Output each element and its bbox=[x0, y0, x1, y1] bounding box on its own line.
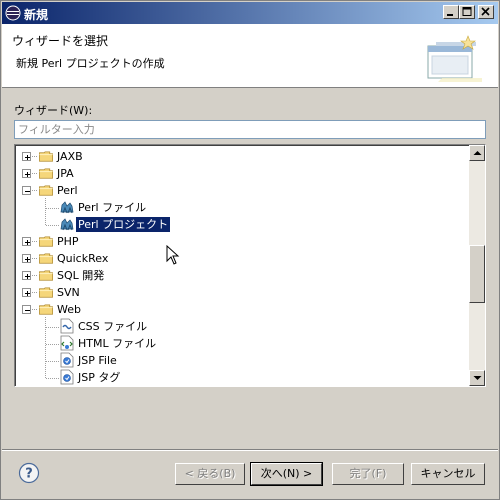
close-icon bbox=[481, 7, 490, 16]
page-description: 新規 Perl プロジェクトの作成 bbox=[16, 57, 165, 70]
tree-item-label: HTML ファイル bbox=[78, 337, 157, 350]
scroll-up-button[interactable] bbox=[469, 145, 485, 161]
expand-toggle[interactable] bbox=[22, 271, 31, 280]
tree-item-label: JPA bbox=[57, 167, 74, 180]
folder-icon bbox=[39, 151, 53, 162]
expand-toggle[interactable] bbox=[22, 169, 31, 178]
scroll-thumb[interactable] bbox=[469, 245, 485, 303]
collapse-toggle[interactable] bbox=[22, 305, 31, 314]
arrow-up-icon bbox=[473, 151, 482, 155]
tree-folder-item[interactable]: PHP bbox=[15, 233, 469, 250]
tree-folder-item[interactable]: Web bbox=[15, 301, 469, 318]
minus-icon bbox=[25, 191, 30, 192]
minimize-icon bbox=[447, 14, 453, 16]
finish-button[interactable]: 完了(F) bbox=[332, 463, 404, 485]
window-title: 新規 bbox=[24, 8, 49, 22]
wizard-tree-content: JAXB JPA Perl Perl ファイル Perl プロジェクト PHP QuickR… bbox=[15, 145, 469, 386]
expand-toggle[interactable] bbox=[22, 254, 31, 263]
tree-wizard-item[interactable]: Perl プロジェクト bbox=[15, 216, 469, 233]
tree-connector bbox=[32, 173, 37, 174]
cancel-button[interactable]: キャンセル bbox=[411, 463, 485, 485]
tree-item-label: JSP File bbox=[78, 354, 117, 367]
tree-wizard-item[interactable]: JSP タグ bbox=[15, 369, 469, 386]
folder-icon bbox=[39, 270, 53, 281]
minus-icon bbox=[25, 310, 30, 311]
help-icon[interactable]: ? bbox=[18, 462, 40, 484]
plus-icon bbox=[25, 240, 30, 245]
title-bar[interactable]: 新規 bbox=[2, 2, 498, 24]
folder-icon bbox=[39, 185, 53, 196]
perl-camel-icon bbox=[60, 201, 74, 214]
tree-folder-item[interactable]: JAXB bbox=[15, 148, 469, 165]
tree-item-label: QuickRex bbox=[57, 252, 109, 265]
tree-folder-item[interactable]: JPA bbox=[15, 165, 469, 182]
plus-icon bbox=[25, 257, 30, 262]
wizard-tree[interactable]: JAXB JPA Perl Perl ファイル Perl プロジェクト PHP QuickR… bbox=[14, 144, 486, 387]
filter-input[interactable]: フィルター入力 bbox=[14, 120, 486, 139]
folder-icon bbox=[39, 304, 53, 315]
perl-camel-icon bbox=[60, 218, 74, 231]
jsp-file-icon bbox=[60, 352, 74, 368]
tree-item-label: Perl プロジェクト bbox=[76, 217, 171, 232]
css-file-icon bbox=[60, 318, 74, 334]
tree-connector bbox=[32, 241, 37, 242]
expand-toggle[interactable] bbox=[22, 237, 31, 246]
folder-icon bbox=[39, 287, 53, 298]
tree-wizard-item[interactable]: HTML ファイル bbox=[15, 335, 469, 352]
tree-item-label: Perl bbox=[57, 184, 78, 197]
html-file-icon bbox=[60, 335, 74, 351]
tree-item-label: JAXB bbox=[57, 150, 83, 163]
tree-folder-item[interactable]: SVN bbox=[15, 284, 469, 301]
wizard-header: ウィザードを選択 新規 Perl プロジェクトの作成 bbox=[2, 24, 498, 88]
tree-folder-item[interactable]: SQL 開発 bbox=[15, 267, 469, 284]
footer-separator bbox=[2, 449, 498, 451]
tree-connector bbox=[32, 275, 37, 276]
tree-item-label: CSS ファイル bbox=[78, 320, 148, 333]
tree-item-label: SVN bbox=[57, 286, 80, 299]
new-wizard-banner-icon bbox=[427, 35, 482, 82]
page-title: ウィザードを選択 bbox=[12, 34, 109, 48]
folder-icon bbox=[39, 253, 53, 264]
wizard-list-label: ウィザード(W): bbox=[14, 104, 93, 117]
eclipse-icon bbox=[5, 5, 21, 21]
tree-wizard-item[interactable]: CSS ファイル bbox=[15, 318, 469, 335]
maximize-icon bbox=[462, 7, 472, 16]
folder-icon bbox=[39, 168, 53, 179]
folder-icon bbox=[39, 236, 53, 247]
back-button[interactable]: < 戻る(B) bbox=[175, 463, 245, 485]
collapse-toggle[interactable] bbox=[22, 186, 31, 195]
arrow-down-icon bbox=[473, 376, 482, 380]
plus-icon bbox=[25, 155, 30, 160]
tree-wizard-item[interactable]: JSP File bbox=[15, 352, 469, 369]
tree-connector bbox=[32, 190, 37, 191]
tree-folder-item[interactable]: QuickRex bbox=[15, 250, 469, 267]
tree-wizard-item[interactable]: Perl ファイル bbox=[15, 199, 469, 216]
maximize-button[interactable] bbox=[459, 5, 475, 19]
mouse-pointer-icon bbox=[166, 245, 180, 265]
tree-connector bbox=[32, 258, 37, 259]
tree-connector bbox=[32, 292, 37, 293]
minimize-button[interactable] bbox=[443, 5, 459, 19]
close-button[interactable] bbox=[478, 5, 494, 19]
svg-text:?: ? bbox=[25, 467, 33, 482]
new-wizard-dialog: 新規 ウィザードを選択 新規 Perl プロジェクトの作成 ウィザード(W): … bbox=[0, 0, 500, 500]
plus-icon bbox=[25, 172, 30, 177]
tree-vertical-scrollbar[interactable] bbox=[469, 145, 485, 386]
tree-connector bbox=[32, 156, 37, 157]
plus-icon bbox=[25, 291, 30, 296]
tree-item-label: PHP bbox=[57, 235, 79, 248]
expand-toggle[interactable] bbox=[22, 288, 31, 297]
tree-item-label: Web bbox=[57, 303, 81, 316]
jsp-file-icon bbox=[60, 369, 74, 385]
tree-folder-item[interactable]: Perl bbox=[15, 182, 469, 199]
plus-icon bbox=[25, 274, 30, 279]
scroll-down-button[interactable] bbox=[469, 370, 485, 386]
next-button[interactable]: 次へ(N) > bbox=[250, 462, 323, 486]
tree-item-label: JSP タグ bbox=[78, 371, 121, 384]
tree-item-label: Perl ファイル bbox=[78, 201, 147, 214]
tree-connector bbox=[32, 309, 37, 310]
expand-toggle[interactable] bbox=[22, 152, 31, 161]
tree-item-label: SQL 開発 bbox=[57, 269, 105, 282]
